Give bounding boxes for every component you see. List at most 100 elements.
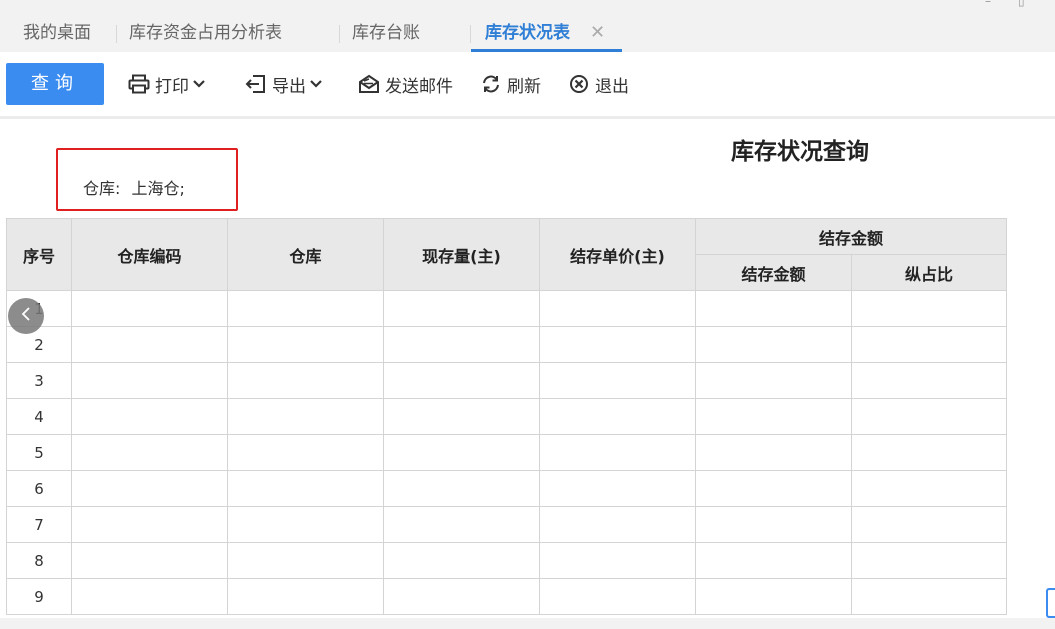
table-cell[interactable] [227,578,384,615]
col-header-ratio[interactable]: 纵占比 [850,254,1008,291]
table-cell[interactable] [850,290,1008,327]
col-header-stock-qty[interactable]: 现存量(主) [383,218,540,291]
table-cell[interactable] [539,326,696,363]
table-cell[interactable] [71,362,228,399]
table-cell[interactable] [850,542,1008,579]
table-cell[interactable] [71,578,228,615]
table-cell[interactable] [227,290,384,327]
table-row[interactable]: 7 [6,506,1008,543]
table-cell[interactable] [695,362,852,399]
table-cell[interactable] [695,398,852,435]
table-cell[interactable] [71,326,228,363]
table-cell[interactable] [539,398,696,435]
table-cell[interactable] [695,290,852,327]
table-cell[interactable] [850,362,1008,399]
table-cell[interactable] [539,434,696,471]
printer-icon [128,74,150,94]
refresh-label: 刷新 [507,76,541,97]
table-cell[interactable] [850,470,1008,507]
table-row[interactable]: 9 [6,578,1008,615]
mail-icon [358,74,380,94]
table-cell[interactable] [695,326,852,363]
send-email-label: 发送邮件 [385,76,453,97]
tab-desktop[interactable]: 我的桌面 [23,14,91,52]
table-cell[interactable] [695,578,852,615]
table-cell[interactable] [539,542,696,579]
table-cell[interactable] [71,506,228,543]
table-cell[interactable] [695,506,852,543]
table-cell[interactable] [850,326,1008,363]
export-button[interactable]: 导出 [245,63,322,105]
table-cell[interactable] [383,434,540,471]
tab-bar: 我的桌面 库存资金占用分析表 库存台账 库存状况表 ✕ [0,14,1055,52]
table-cell[interactable] [850,506,1008,543]
close-icon[interactable]: ✕ [590,14,605,52]
table-cell[interactable] [695,542,852,579]
col-header-warehouse-code[interactable]: 仓库编码 [71,218,228,291]
table-cell[interactable] [71,542,228,579]
table-cell[interactable] [71,434,228,471]
table-cell[interactable] [227,506,384,543]
table-cell[interactable] [850,578,1008,615]
table-cell[interactable] [539,470,696,507]
table-cell[interactable] [383,290,540,327]
table-cell[interactable] [71,290,228,327]
table-row[interactable]: 2 [6,326,1008,363]
chevron-down-icon [193,80,205,88]
table-cell[interactable] [227,398,384,435]
tab-divider [339,25,340,43]
table-cell[interactable] [850,398,1008,435]
filter-summary: 仓库: 上海仓; [83,175,185,199]
col-header-index[interactable]: 序号 [6,218,72,291]
table-cell[interactable] [850,434,1008,471]
minimize-icon[interactable]: – [985,0,991,8]
tab-inventory-status[interactable]: 库存状况表 [485,14,570,52]
col-header-unit-price[interactable]: 结存单价(主) [539,218,696,291]
table-row[interactable]: 6 [6,470,1008,507]
table-cell[interactable] [71,470,228,507]
table-row[interactable]: 4 [6,398,1008,435]
query-button[interactable]: 查询 [6,63,104,105]
table-row[interactable]: 3 [6,362,1008,399]
table-cell[interactable] [383,470,540,507]
table-cell[interactable] [383,542,540,579]
exit-label: 退出 [595,76,629,97]
table-cell[interactable] [539,290,696,327]
table-row[interactable]: 1 [6,290,1008,327]
back-arrow-button[interactable] [8,298,44,334]
col-header-amount[interactable]: 结存金额 [695,254,852,291]
table-cell[interactable] [227,434,384,471]
row-index: 9 [6,578,72,615]
table-cell[interactable] [383,398,540,435]
table-cell[interactable] [539,506,696,543]
table-cell[interactable] [227,326,384,363]
col-header-warehouse[interactable]: 仓库 [227,218,384,291]
col-group-header-amount: 结存金额 [694,218,1008,255]
tab-inventory-ledger[interactable]: 库存台账 [352,14,420,52]
table-cell[interactable] [227,470,384,507]
maximize-icon[interactable]: ▯ [1018,0,1025,8]
table-cell[interactable] [695,434,852,471]
bottom-scroll-strip[interactable] [0,618,1055,629]
table-cell[interactable] [539,578,696,615]
table-cell[interactable] [383,326,540,363]
table-cell[interactable] [383,506,540,543]
table-cell[interactable] [71,398,228,435]
send-email-button[interactable]: 发送邮件 [358,63,453,105]
table-cell[interactable] [539,362,696,399]
row-index: 3 [6,362,72,399]
table-row[interactable]: 8 [6,542,1008,579]
refresh-button[interactable]: 刷新 [480,63,541,105]
table-cell[interactable] [227,362,384,399]
table-cell[interactable] [695,470,852,507]
exit-circle-x-icon [568,74,590,94]
side-panel-toggle[interactable] [1046,588,1055,618]
table-row[interactable]: 5 [6,434,1008,471]
print-button[interactable]: 打印 [128,63,205,105]
table-cell[interactable] [227,542,384,579]
exit-button[interactable]: 退出 [568,63,629,105]
table-cell[interactable] [383,362,540,399]
tab-inventory-capital-analysis[interactable]: 库存资金占用分析表 [129,14,282,52]
table-cell[interactable] [383,578,540,615]
toolbar: 查询 打印 导出 发送邮件 刷新 退出 [0,52,1055,119]
